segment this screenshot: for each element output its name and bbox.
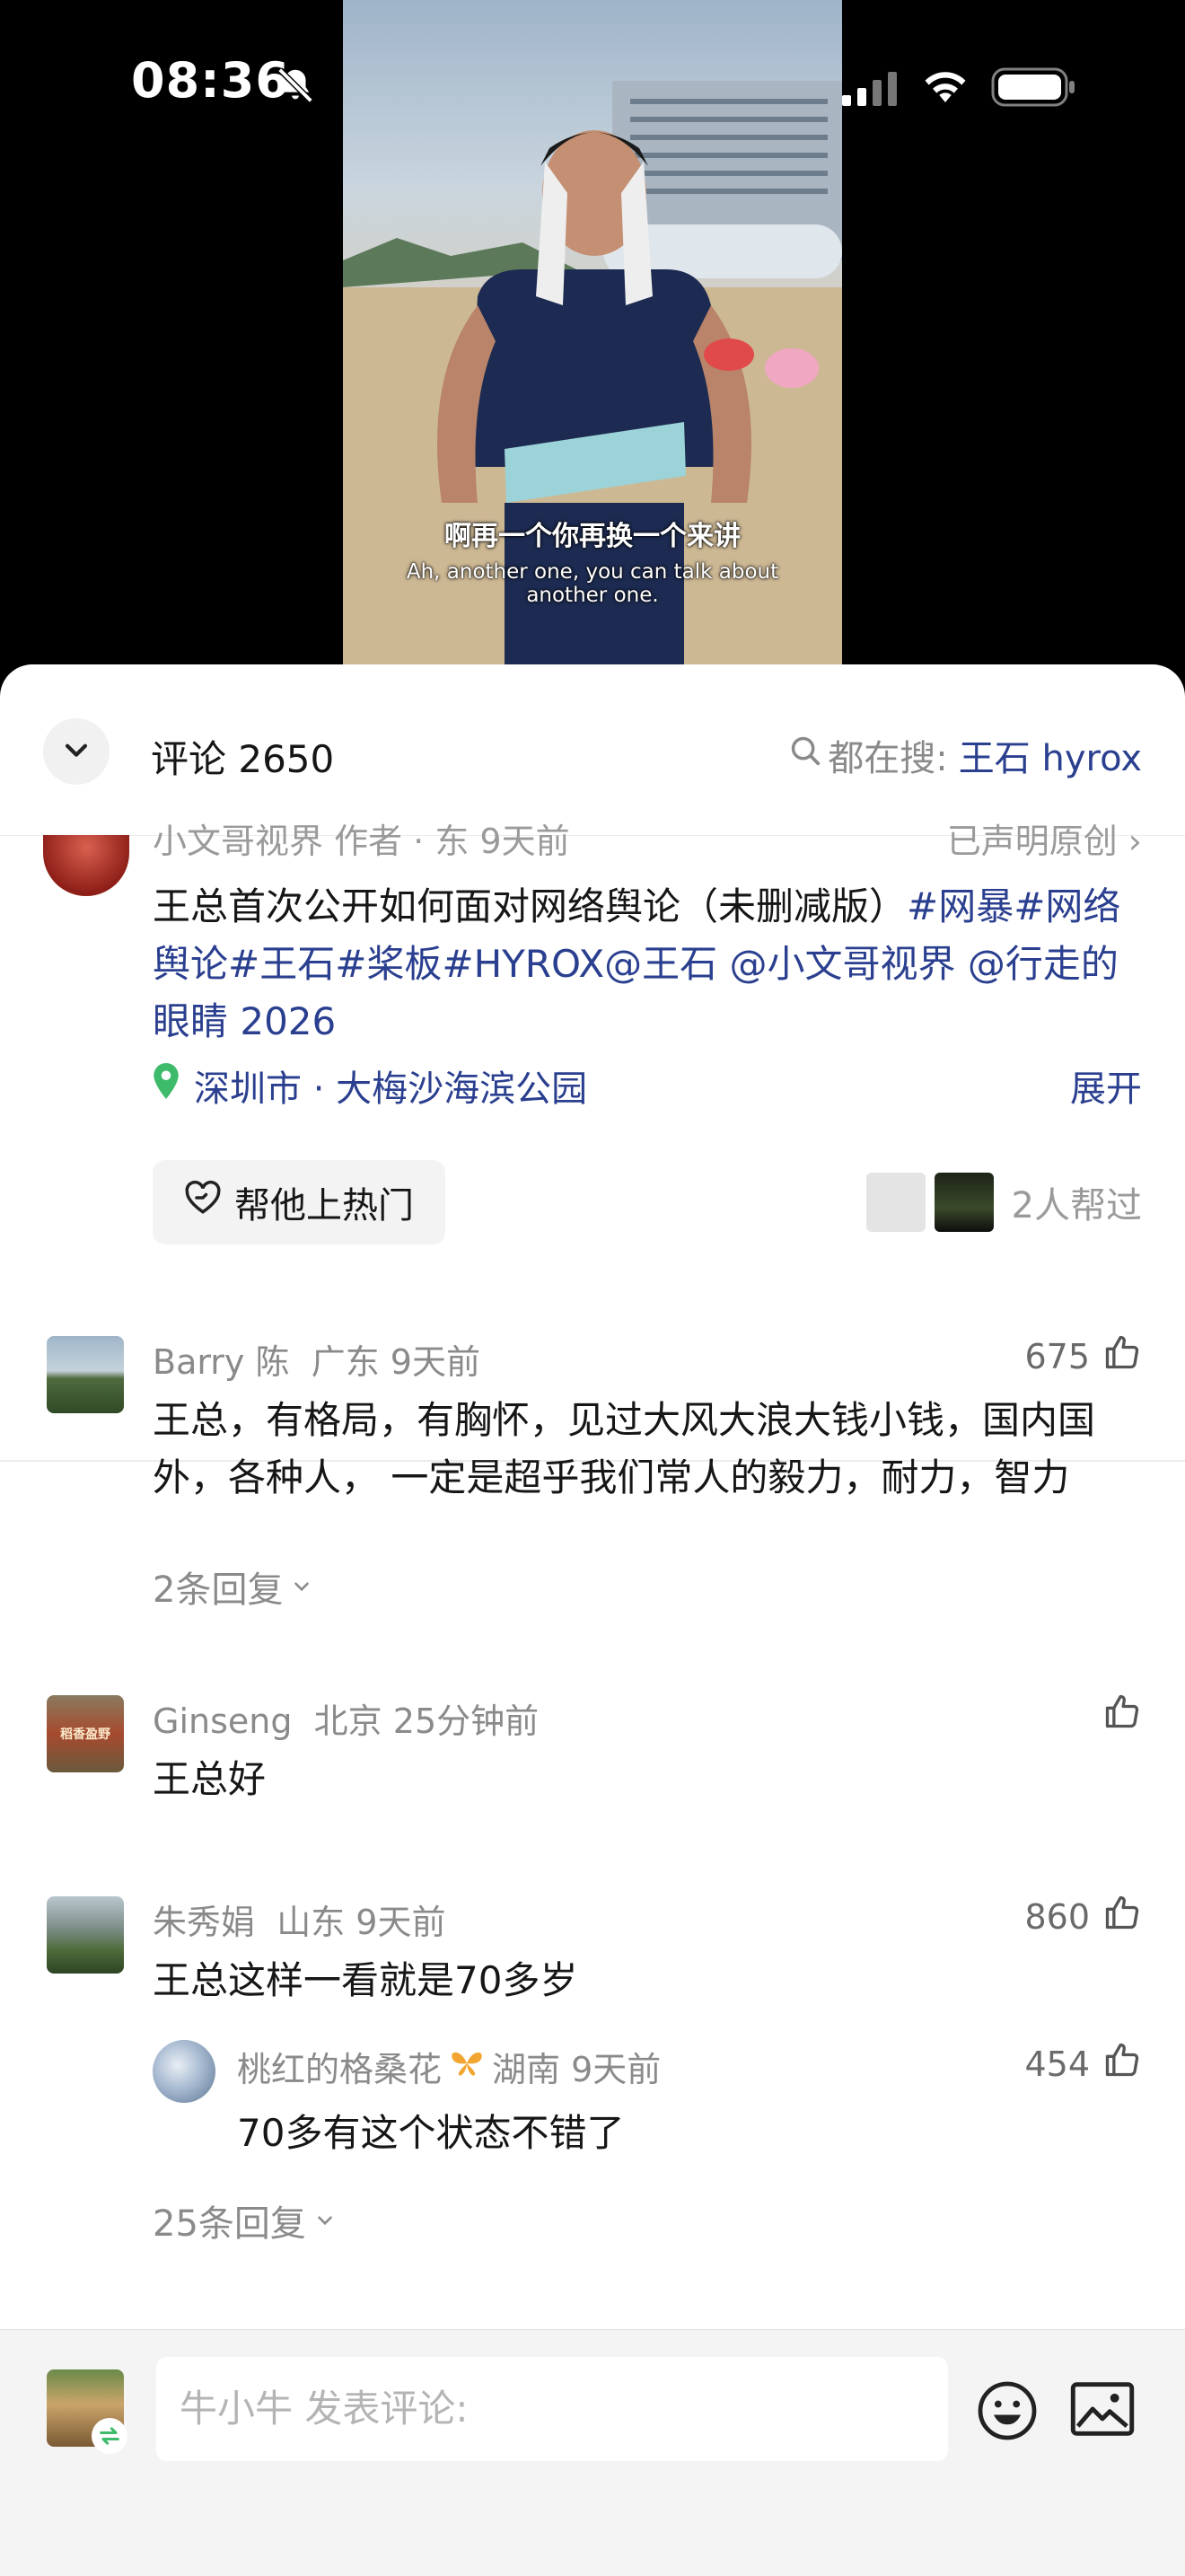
comment-text: 王总，有格局，有胸怀，见过大风大浪大钱小钱，国内国外，各种人， 一定是超乎我们常… [153, 1398, 1096, 1499]
thumbs-up-icon [1090, 1692, 1142, 1739]
replies-label: 25条回复 [153, 2203, 306, 2245]
comment-count-title: 评论 2650 [151, 737, 335, 781]
commenter-avatar[interactable]: 稻香盈野 [47, 1695, 124, 1772]
wifi-icon [921, 66, 970, 110]
post-text-plain: 王总首次公开如何面对网络舆论（未删减版） [153, 884, 908, 928]
commenter-avatar[interactable] [47, 1336, 124, 1413]
boost-label: 帮他上热门 [234, 1185, 414, 1226]
thumbs-up-icon [1090, 2040, 1142, 2088]
commenter-region: 北京 [313, 1701, 382, 1741]
comment-input[interactable]: 牛小牛 发表评论: [156, 2357, 948, 2461]
thumbs-up-icon [1090, 1332, 1142, 1380]
comment-time: 9天前 [390, 1342, 480, 1382]
status-time: 08:36 [131, 52, 290, 109]
comment-time: 9天前 [356, 1903, 446, 1942]
reply-avatar[interactable] [153, 2040, 215, 2103]
search-icon [788, 734, 822, 777]
trending-search[interactable]: 都在搜: 王石 hyrox [788, 729, 1142, 781]
reply-text: 70多有这个状态不错了 [237, 2111, 625, 2155]
reply-meta: 桃红的格桑花 湖南 9天前 [237, 2042, 661, 2091]
comment-item: 稻香盈野 Ginseng 北京 25分钟前 王总好 [0, 1686, 1185, 1830]
helpers-summary[interactable]: 2人帮过 [865, 1173, 1142, 1232]
like-button[interactable] [1090, 1692, 1142, 1739]
commenter-avatar[interactable] [47, 1896, 124, 1974]
view-replies[interactable]: 25条回复 [153, 2194, 337, 2246]
helper-avatar [934, 1173, 994, 1232]
original-label[interactable]: 已声明原创 › [947, 813, 1142, 858]
comment-item: 朱秀娟 山东 9天前 860 王总这样一看就是70多岁 桃红的格桑花 湖南 9天… [0, 1887, 1185, 2264]
like-button[interactable]: 860 [1024, 1893, 1142, 1940]
post-description: 小文哥视界 作者 · 东 9天前 已声明原创 › 王总首次公开如何面对网络舆论（… [0, 822, 1185, 1462]
image-icon[interactable] [1070, 2382, 1135, 2440]
comment-text: 王总好 [153, 1757, 267, 1801]
comment-sheet: 评论 2650 都在搜: 王石 hyrox 小文哥视界 作者 · 东 9天前 已… [0, 664, 1185, 2575]
post-author-meta: 小文哥视界 作者 · 东 9天前 [153, 822, 570, 858]
helpers-count: 2人帮过 [1011, 1185, 1142, 1226]
reply-like-button[interactable]: 454 [1024, 2040, 1142, 2088]
comment-composer: 牛小牛 发表评论: [0, 2329, 1185, 2576]
comment-time: 25分钟前 [392, 1701, 540, 1741]
like-count: 860 [1024, 1896, 1090, 1937]
helper-avatar [865, 1173, 926, 1232]
reply-name[interactable]: 桃红的格桑花 [237, 2042, 442, 2091]
post-location[interactable]: 深圳市 · 大梅沙海滨公园 [153, 1059, 587, 1112]
switch-account-icon [92, 2418, 127, 2454]
like-button[interactable]: 675 [1024, 1332, 1142, 1380]
video-subtitle-cn: 啊再一个你再换一个来讲 [444, 521, 741, 552]
commenter-name[interactable]: 朱秀娟 [153, 1903, 255, 1942]
comment-meta: Ginseng 北京 25分钟前 [153, 1693, 539, 1743]
comment-text: 王总这样一看就是70多岁 [153, 1958, 578, 2002]
avatar-caption: 稻香盈野 [60, 1728, 110, 1742]
search-keyword[interactable]: 王石 hyrox [959, 729, 1142, 781]
like-count: 675 [1024, 1336, 1090, 1376]
butterfly-badge-icon [449, 2047, 485, 2087]
reply-like-count: 454 [1024, 2044, 1090, 2084]
reply-region: 湖南 [492, 2050, 561, 2089]
comment-meta: 朱秀娟 山东 9天前 [153, 1895, 445, 1944]
battery-icon [991, 66, 1077, 111]
video-subtitle-en: Ah, another one, you can talk about anot… [406, 560, 779, 607]
video-player[interactable]: 啊再一个你再换一个来讲 Ah, another one, you can tal… [0, 0, 1185, 682]
replies-label: 2条回复 [153, 1569, 284, 1611]
chevron-down-icon [61, 734, 92, 769]
view-replies[interactable]: 2条回复 [153, 1561, 313, 1613]
signal-icon [842, 70, 901, 110]
commenter-region: 广东 [311, 1342, 380, 1382]
commenter-region: 山东 [276, 1903, 346, 1942]
location-pin-icon [153, 1063, 180, 1108]
chevron-down-icon [290, 1566, 313, 1607]
post-text: 王总首次公开如何面对网络舆论（未删减版）#网暴#网络舆论#王石#桨板#HYROX… [153, 878, 1149, 1051]
status-bar: 08:36 [0, 0, 1185, 171]
sheet-header: 评论 2650 都在搜: 王石 hyrox [0, 664, 1185, 836]
comment-meta: Barry 陈 广东 9天前 [153, 1334, 480, 1384]
search-label: 都在搜: [828, 738, 948, 779]
my-avatar[interactable] [47, 2369, 127, 2454]
heart-hand-icon [184, 1180, 234, 1225]
reply-time: 9天前 [571, 2050, 662, 2089]
author-avatar[interactable] [43, 835, 129, 896]
comment-item: Barry 陈 广东 9天前 675 王总，有格局，有胸怀，见过大风大浪大钱小钱… [0, 1320, 1185, 1611]
location-text: 深圳市 · 大梅沙海滨公园 [194, 1068, 588, 1110]
emoji-icon[interactable] [975, 2378, 1040, 2447]
chevron-down-icon [313, 2200, 337, 2241]
boost-button[interactable]: 帮他上热门 [153, 1160, 445, 1244]
expand-link[interactable]: 展开 [1070, 1059, 1142, 1112]
commenter-name[interactable]: Barry 陈 [153, 1342, 290, 1382]
bell-muted-icon [275, 65, 316, 110]
collapse-button[interactable] [43, 718, 110, 785]
commenter-name[interactable]: Ginseng [153, 1701, 292, 1741]
thumbs-up-icon [1090, 1893, 1142, 1940]
